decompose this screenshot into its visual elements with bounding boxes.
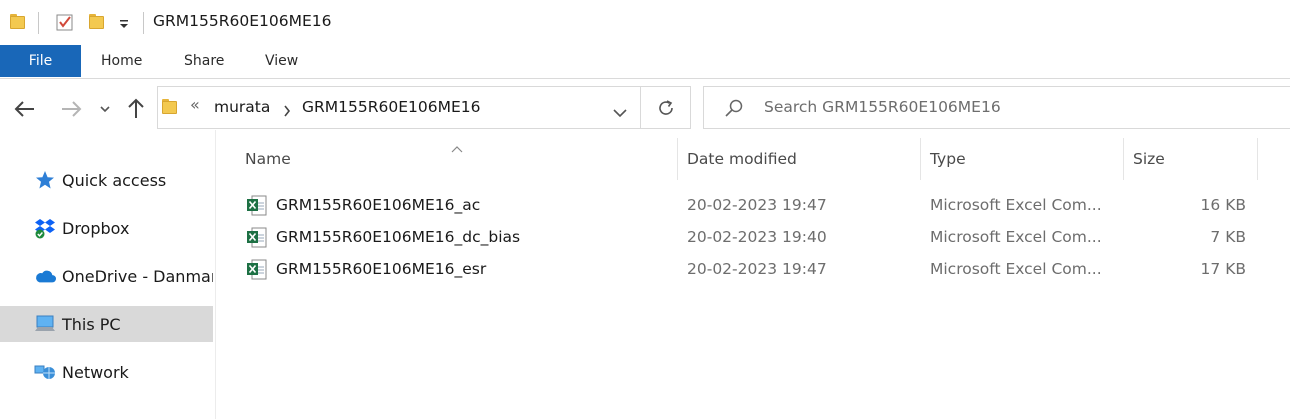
back-button[interactable] xyxy=(13,96,37,122)
column-divider[interactable] xyxy=(1257,138,1258,180)
search-box[interactable]: Search GRM155R60E106ME16 xyxy=(703,86,1290,129)
file-type: Microsoft Excel Com... xyxy=(930,228,1102,246)
file-date-modified: 20-02-2023 19:47 xyxy=(687,260,827,278)
file-date-modified: 20-02-2023 19:40 xyxy=(687,228,827,246)
breadcrumb-overflow[interactable]: « xyxy=(190,95,200,114)
properties-icon[interactable] xyxy=(55,12,75,32)
excel-file-icon xyxy=(246,195,268,217)
tab-file[interactable]: File xyxy=(0,45,81,77)
divider xyxy=(143,12,144,34)
new-folder-icon[interactable] xyxy=(89,14,105,30)
divider xyxy=(38,12,39,34)
chevron-down-icon xyxy=(100,106,110,113)
file-name: GRM155R60E106ME16_esr xyxy=(276,260,487,278)
file-date-modified: 20-02-2023 19:47 xyxy=(687,196,827,214)
search-input[interactable]: Search GRM155R60E106ME16 xyxy=(764,98,1001,116)
arrow-left-icon xyxy=(14,101,34,117)
refresh-icon xyxy=(658,99,673,115)
sidebar-item-this-pc[interactable]: This PC xyxy=(0,306,213,342)
sidebar-item-label: Dropbox xyxy=(62,218,130,238)
file-size: 17 KB xyxy=(1200,260,1246,278)
ribbon-divider xyxy=(0,78,1290,79)
file-size: 7 KB xyxy=(1210,228,1246,246)
column-divider[interactable] xyxy=(1123,138,1124,180)
file-row[interactable]: GRM155R60E106ME16_ac 20-02-2023 19:47 Mi… xyxy=(232,191,1258,221)
sidebar-item-label: Network xyxy=(62,362,129,382)
address-bar[interactable]: « murata GRM155R60E106ME16 xyxy=(157,86,641,129)
file-name: GRM155R60E106ME16_ac xyxy=(276,196,481,214)
column-header-name[interactable]: Name xyxy=(245,150,291,168)
star-icon xyxy=(34,169,56,191)
column-header-date-modified[interactable]: Date modified xyxy=(687,150,797,168)
sort-ascending-icon xyxy=(451,138,463,157)
file-type: Microsoft Excel Com... xyxy=(930,260,1102,278)
sidebar-item-label: This PC xyxy=(62,314,121,334)
file-row[interactable]: GRM155R60E106ME16_esr 20-02-2023 19:47 M… xyxy=(232,255,1258,285)
tab-share[interactable]: Share xyxy=(184,45,224,77)
pane-divider xyxy=(215,130,216,419)
column-divider[interactable] xyxy=(677,138,678,180)
computer-icon xyxy=(34,313,56,335)
refresh-button[interactable] xyxy=(641,86,691,129)
excel-file-icon xyxy=(246,227,268,249)
breadcrumb-current[interactable]: GRM155R60E106ME16 xyxy=(302,98,481,116)
customize-toolbar-icon[interactable] xyxy=(117,16,131,30)
onedrive-icon xyxy=(34,265,56,287)
folder-icon xyxy=(10,14,26,30)
recent-locations-button[interactable] xyxy=(94,96,116,122)
sidebar-item-onedrive[interactable]: OneDrive - Danmar xyxy=(0,258,213,294)
window-title: GRM155R60E106ME16 xyxy=(153,12,332,30)
folder-icon xyxy=(162,99,178,115)
title-bar: GRM155R60E106ME16 xyxy=(0,0,1290,44)
column-divider[interactable] xyxy=(920,138,921,180)
file-type: Microsoft Excel Com... xyxy=(930,196,1102,214)
tab-view[interactable]: View xyxy=(265,45,298,77)
file-name: GRM155R60E106ME16_dc_bias xyxy=(276,228,521,246)
up-button[interactable] xyxy=(124,96,148,122)
breadcrumb-murata[interactable]: murata xyxy=(214,98,270,116)
arrow-right-icon xyxy=(62,101,82,117)
sidebar-item-network[interactable]: Network xyxy=(0,354,213,390)
dropbox-icon xyxy=(34,217,56,239)
column-header-type[interactable]: Type xyxy=(930,150,966,168)
excel-file-icon xyxy=(246,259,268,281)
sidebar-item-label: OneDrive - Danmar xyxy=(62,266,213,286)
network-icon xyxy=(34,361,56,383)
sidebar-item-dropbox[interactable]: Dropbox xyxy=(0,210,213,246)
sidebar-item-quick-access[interactable]: Quick access xyxy=(0,162,213,198)
address-dropdown-icon[interactable] xyxy=(613,103,627,122)
chevron-right-icon[interactable] xyxy=(283,102,291,121)
column-header-size[interactable]: Size xyxy=(1133,150,1165,168)
forward-button[interactable] xyxy=(59,96,83,122)
arrow-up-icon xyxy=(128,98,144,118)
sidebar-item-label: Quick access xyxy=(62,170,167,190)
file-size: 16 KB xyxy=(1200,196,1246,214)
file-row[interactable]: GRM155R60E106ME16_dc_bias 20-02-2023 19:… xyxy=(232,223,1258,253)
search-icon xyxy=(724,98,744,122)
tab-home[interactable]: Home xyxy=(101,45,142,77)
